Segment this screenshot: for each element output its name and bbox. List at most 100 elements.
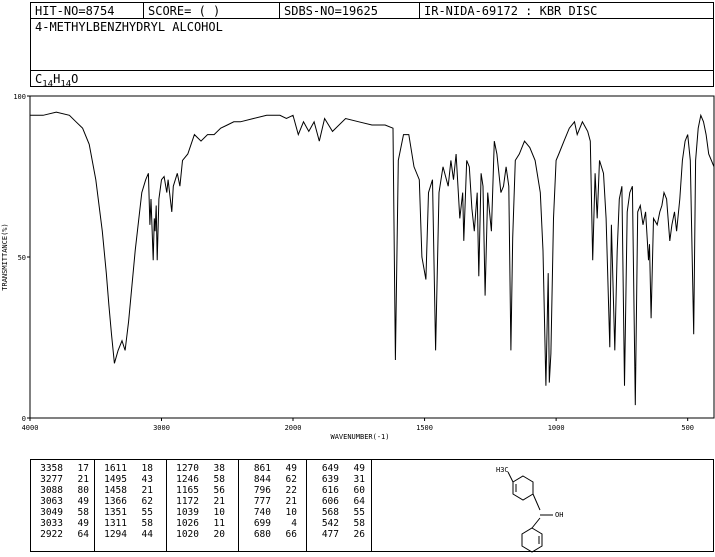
- peak-table: 3358 17 3277 21 3088 80 3063 49 3049 58 3033 49 2922…: [30, 459, 372, 552]
- peak-row: 680 66: [239, 529, 306, 540]
- x-tick-label: 1500: [416, 424, 433, 432]
- peak-transmittance: 18: [141, 463, 153, 474]
- sdbs-number: SDBS-NO=19625: [280, 3, 420, 18]
- peak-transmittance: 22: [285, 485, 297, 496]
- peak-row: 1165 56: [167, 485, 238, 496]
- peak-transmittance: 20: [213, 529, 225, 540]
- peak-row: 639 31: [307, 474, 371, 485]
- peak-row: 542 58: [307, 518, 371, 529]
- y-tick-label: 100: [13, 93, 26, 101]
- peak-wavenumber: 616: [321, 485, 339, 496]
- peak-row: 1020 20: [167, 529, 238, 540]
- peak-transmittance: 66: [285, 529, 297, 540]
- peak-wavenumber: 1458: [104, 485, 127, 496]
- peak-row: 699 4: [239, 518, 306, 529]
- peak-wavenumber: 796: [253, 485, 271, 496]
- peak-transmittance: 26: [353, 529, 365, 540]
- peak-wavenumber: 1611: [104, 463, 127, 474]
- peak-transmittance: 80: [77, 485, 89, 496]
- methyl-bond: [507, 471, 514, 483]
- carbinol-phenyl-bond: [531, 517, 541, 529]
- peak-transmittance: 55: [353, 507, 365, 518]
- x-axis-ticks: 4000 3000 2000 1500 1000 500: [22, 418, 694, 432]
- peak-column: 649 49 639 31 616 60 606 64 568 55 542 58 477 26: [307, 460, 371, 551]
- peak-row: 2922 64: [31, 529, 94, 540]
- peak-transmittance: 10: [285, 507, 297, 518]
- spectrum-line: [30, 111, 715, 406]
- peak-wavenumber: 3358: [40, 463, 63, 474]
- peak-wavenumber: 1020: [176, 529, 199, 540]
- peak-wavenumber: 1026: [176, 518, 199, 529]
- x-tick-label: 3000: [153, 424, 170, 432]
- peak-row: 1172 21: [167, 496, 238, 507]
- peak-wavenumber: 3088: [40, 485, 63, 496]
- peak-transmittance: 64: [353, 496, 365, 507]
- peak-transmittance: 17: [77, 463, 89, 474]
- peak-row: 1458 21: [95, 485, 166, 496]
- peak-wavenumber: 542: [321, 518, 339, 529]
- peak-wavenumber: 1495: [104, 474, 127, 485]
- peak-row: 606 64: [307, 496, 371, 507]
- peak-row: 477 26: [307, 529, 371, 540]
- peak-transmittance: 49: [77, 518, 89, 529]
- peak-wavenumber: 1366: [104, 496, 127, 507]
- compound-name-box: 4-METHYLBENZHYDRYL ALCOHOL: [30, 18, 714, 71]
- peak-row: 1311 58: [95, 518, 166, 529]
- peak-transmittance: 58: [213, 474, 225, 485]
- peak-wavenumber: 740: [253, 507, 271, 518]
- peak-transmittance: 49: [285, 463, 297, 474]
- peak-wavenumber: 1039: [176, 507, 199, 518]
- peak-wavenumber: 3063: [40, 496, 63, 507]
- peak-transmittance: 62: [141, 496, 153, 507]
- structure-box: H3C OH: [371, 459, 714, 553]
- peak-wavenumber: 2922: [40, 529, 63, 540]
- ir-spectrum-chart: 0 50 100 4000 3000 2000 1500 1000 500 WAVENUMBE…: [1, 93, 715, 441]
- peak-row: 777 21: [239, 496, 306, 507]
- peak-wavenumber: 639: [321, 474, 339, 485]
- peak-wavenumber: 477: [321, 529, 339, 540]
- molecular-structure: H3C OH: [496, 466, 563, 553]
- peak-transmittance: 60: [353, 485, 365, 496]
- hydroxyl-label: OH: [555, 511, 563, 519]
- compound-name: 4-METHYLBENZHYDRYL ALCOHOL: [35, 20, 223, 34]
- x-tick-label: 2000: [285, 424, 302, 432]
- peak-wavenumber: 3277: [40, 474, 63, 485]
- peak-row: 1246 58: [167, 474, 238, 485]
- peak-wavenumber: 861: [253, 463, 271, 474]
- peak-transmittance: 49: [77, 496, 89, 507]
- peak-row: 1611 18: [95, 463, 166, 474]
- peak-wavenumber: 606: [321, 496, 339, 507]
- peak-wavenumber: 1294: [104, 529, 127, 540]
- peak-row: 3049 58: [31, 507, 94, 518]
- peak-row: 568 55: [307, 507, 371, 518]
- peak-transmittance: 58: [77, 507, 89, 518]
- y-axis-label: TRANSMITTANCE(%): [1, 223, 9, 290]
- peak-transmittance: 21: [77, 474, 89, 485]
- x-tick-label: 4000: [22, 424, 39, 432]
- peak-row: 740 10: [239, 507, 306, 518]
- peak-column: 3358 17 3277 21 3088 80 3063 49 3049 58 3033 49 2922…: [31, 460, 95, 551]
- peak-row: 616 60: [307, 485, 371, 496]
- peak-wavenumber: 568: [321, 507, 339, 518]
- peak-wavenumber: 3049: [40, 507, 63, 518]
- peak-transmittance: 58: [141, 518, 153, 529]
- formula-c-count: 14: [42, 79, 54, 90]
- peak-wavenumber: 1270: [176, 463, 199, 474]
- peak-wavenumber: 649: [321, 463, 339, 474]
- peak-transmittance: 56: [213, 485, 225, 496]
- peak-transmittance: 38: [213, 463, 225, 474]
- peak-column: 1270 38 1246 58 1165 56 1172 21 1039 10 1026 11 1020…: [167, 460, 239, 551]
- peak-wavenumber: 699: [253, 518, 271, 529]
- methyl-label: H3C: [496, 466, 509, 474]
- peak-column: 1611 18 1495 43 1458 21 1366 62 1351 55 1311 58 1294…: [95, 460, 167, 551]
- peak-wavenumber: 844: [253, 474, 271, 485]
- peak-wavenumber: 1311: [104, 518, 127, 529]
- peak-row: 1351 55: [95, 507, 166, 518]
- peak-row: 1366 62: [95, 496, 166, 507]
- y-tick-label: 0: [22, 415, 26, 423]
- peak-transmittance: 44: [141, 529, 153, 540]
- peak-row: 1270 38: [167, 463, 238, 474]
- peak-transmittance: 11: [213, 518, 225, 529]
- peak-wavenumber: 680: [253, 529, 271, 540]
- x-axis-label: WAVENUMBER(-1): [330, 433, 389, 441]
